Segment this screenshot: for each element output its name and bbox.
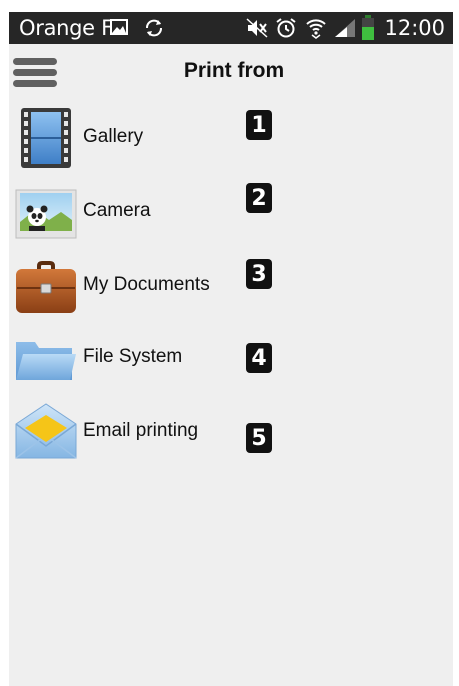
film-strip-icon xyxy=(15,108,77,168)
list-item-email-printing[interactable]: Email printing xyxy=(9,400,239,464)
app-screen: Orange F 12:00 Print from Gallery Camera… xyxy=(9,12,453,686)
number-badge-1: 1 xyxy=(245,109,273,141)
sync-icon xyxy=(143,17,165,44)
battery-icon xyxy=(361,15,375,46)
list-item-file-system[interactable]: File System xyxy=(9,326,239,390)
number-badge-2: 2 xyxy=(245,182,273,214)
list-item-label: Gallery xyxy=(83,126,144,147)
page-title: Print from xyxy=(183,59,285,82)
number-badge-3: 3 xyxy=(245,258,273,290)
number-badge-5: 5 xyxy=(245,422,273,454)
wifi-icon xyxy=(305,17,327,44)
mute-icon xyxy=(245,17,269,44)
alarm-icon xyxy=(275,17,297,44)
signal-icon xyxy=(333,17,357,44)
status-bar: Orange F 12:00 xyxy=(9,12,453,44)
list-item-gallery[interactable]: Gallery xyxy=(9,106,239,170)
folder-icon xyxy=(15,328,77,388)
list-item-label: My Documents xyxy=(83,274,210,295)
list-item-label: File System xyxy=(83,346,183,367)
clock: 12:00 xyxy=(384,16,445,40)
list-item-camera[interactable]: Camera xyxy=(9,180,239,244)
number-badge-4: 4 xyxy=(245,342,273,374)
image-icon xyxy=(109,17,129,42)
envelope-icon xyxy=(15,402,77,462)
list-item-my-documents[interactable]: My Documents xyxy=(9,254,239,318)
panda-photo-icon xyxy=(15,182,77,242)
list-item-label: Camera xyxy=(83,200,151,221)
app-header: Print from xyxy=(9,44,453,100)
list-item-label: Email printing xyxy=(83,420,199,441)
briefcase-icon xyxy=(15,256,77,316)
carrier-name: Orange F xyxy=(19,16,113,40)
